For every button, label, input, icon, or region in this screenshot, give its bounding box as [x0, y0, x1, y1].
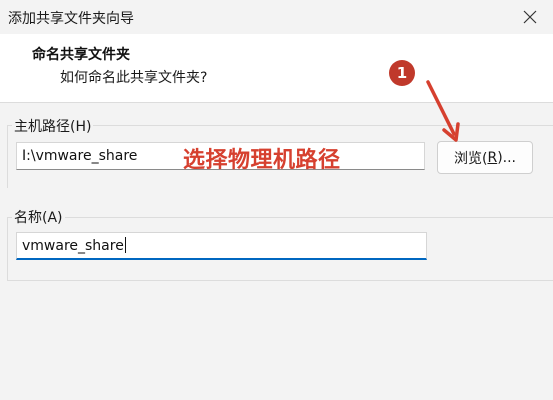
host-path-label: 主机路径(H)	[12, 116, 94, 136]
window-title: 添加共享文件夹向导	[8, 11, 134, 27]
close-button[interactable]	[507, 0, 553, 34]
annotation-text: 选择物理机路径	[183, 148, 341, 173]
browse-label-prefix: 浏览(	[453, 150, 488, 167]
close-icon	[523, 10, 537, 24]
dialog-body	[0, 282, 553, 400]
browse-label-suffix: )...	[497, 149, 516, 166]
page-subtitle: 如何命名此共享文件夹?	[60, 70, 208, 86]
annotation-arrow-icon	[426, 80, 460, 142]
text-caret	[124, 237, 126, 253]
name-input-value: vmware_share	[22, 238, 124, 254]
name-label: 名称(A)	[12, 207, 65, 227]
browse-label-key: R	[487, 149, 498, 166]
wizard-header: 命名共享文件夹 如何命名此共享文件夹?	[0, 34, 553, 103]
name-input[interactable]: vmware_share	[16, 232, 427, 260]
step-badge: 1	[389, 60, 415, 86]
title-bar: 添加共享文件夹向导	[0, 0, 553, 34]
page-title: 命名共享文件夹	[32, 47, 130, 63]
